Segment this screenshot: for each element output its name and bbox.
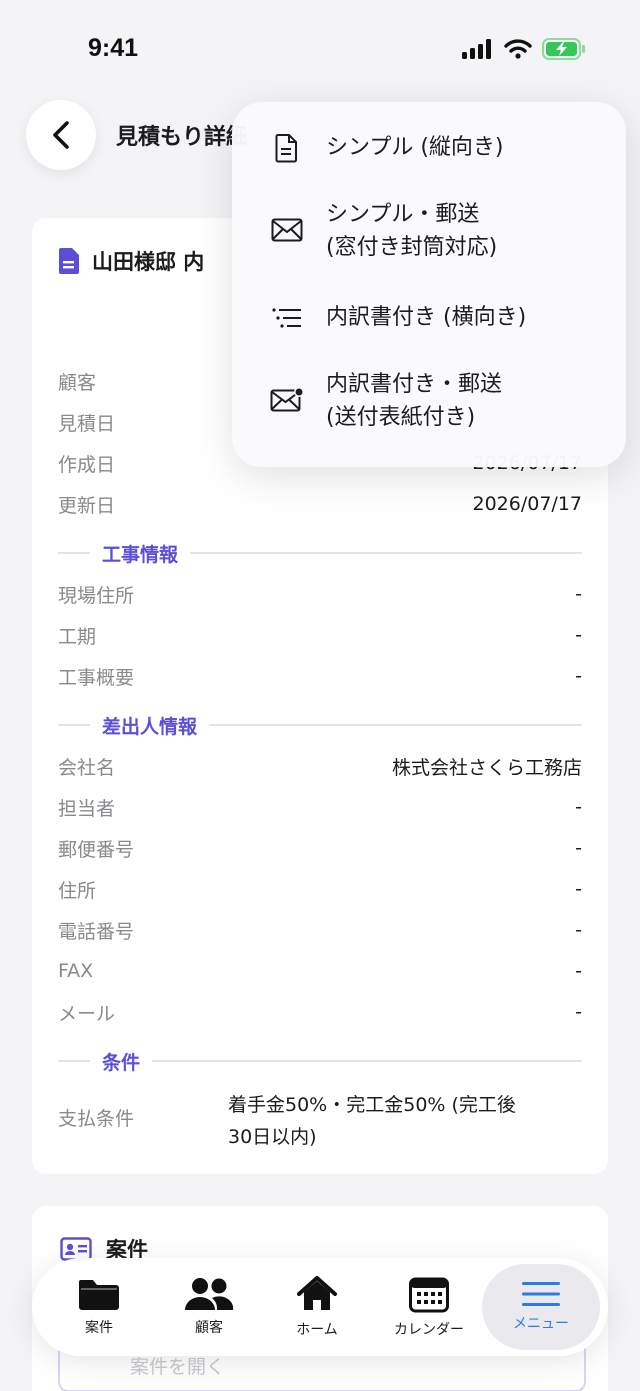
row-label: メール — [58, 1002, 116, 1025]
row-person: 担当者 - — [58, 792, 582, 822]
row-label: 会社名 — [58, 756, 116, 779]
row-summary: 工事概要 - — [58, 661, 582, 691]
status-time: 9:41 — [88, 34, 139, 62]
folder-icon — [79, 1280, 119, 1310]
row-period: 工期 - — [58, 620, 582, 650]
menu-item-label: 内訳書付き (横向き) — [326, 305, 527, 330]
row-value: - — [575, 837, 582, 859]
bottom-tab-bar: 案件 顧客 ホーム カレンダー メニュー — [32, 1258, 608, 1356]
row-value: - — [575, 796, 582, 818]
row-label: 工期 — [58, 625, 97, 648]
row-updated-date: 更新日 2026/07/17 — [58, 489, 582, 519]
section-title: 条件 — [102, 1051, 141, 1074]
tab-projects[interactable]: 案件 — [44, 1258, 154, 1356]
payment-terms-label: 支払条件 — [58, 1108, 135, 1130]
wifi-icon — [504, 39, 532, 59]
row-label: 担当者 — [58, 797, 116, 820]
row-phone: 電話番号 - — [58, 915, 582, 945]
menu-item-simple-mail[interactable]: シンプル・郵送 (窓付き封筒対応) — [232, 196, 626, 264]
document-icon — [270, 131, 304, 165]
chevron-left-icon — [53, 121, 69, 149]
row-value: 2026/07/17 — [472, 493, 582, 515]
row-value: - — [575, 1001, 582, 1023]
menu-item-sublabel: (窓付き封筒対応) — [326, 235, 498, 260]
page-title: 見積もり詳細 — [116, 125, 246, 150]
menu-item-label: シンプル・郵送 — [326, 202, 480, 227]
list-icon — [270, 301, 304, 335]
row-label: 見積日 — [58, 412, 116, 435]
row-site-address: 現場住所 - — [58, 579, 582, 609]
section-construction: 工事情報 — [58, 538, 582, 568]
tab-calendar[interactable]: カレンダー — [374, 1258, 484, 1356]
tab-label: 顧客 — [195, 1320, 223, 1336]
envelope-badge-icon — [270, 383, 304, 417]
menu-item-breakdown-landscape[interactable]: 内訳書付き (横向き) — [232, 298, 626, 338]
row-label: 郵便番号 — [58, 838, 135, 861]
tab-label: ホーム — [296, 1322, 338, 1338]
status-icons — [462, 38, 586, 60]
document-icon — [59, 248, 79, 274]
tab-menu[interactable]: メニュー — [482, 1264, 600, 1350]
row-label: 顧客 — [58, 371, 97, 394]
row-value: 株式会社さくら工務店 — [391, 756, 582, 779]
people-icon — [185, 1278, 234, 1310]
envelope-icon — [270, 213, 304, 247]
calendar-icon — [409, 1277, 449, 1313]
tab-label: 案件 — [85, 1320, 113, 1336]
cellular-signal-icon — [462, 39, 491, 59]
section-sender: 差出人情報 — [58, 710, 582, 740]
status-bar: 9:41 — [0, 0, 640, 100]
row-label: 作成日 — [58, 453, 116, 476]
battery-charging-icon — [542, 38, 585, 60]
print-format-menu: シンプル (縦向き) シンプル・郵送 (窓付き封筒対応) 内訳書付き (横向き) — [232, 102, 626, 467]
section-title: 差出人情報 — [102, 715, 198, 738]
payment-terms-value: 着手金50%・完工金50% (完工後 30日以内) — [228, 1089, 588, 1153]
tab-label: カレンダー — [394, 1322, 464, 1338]
section-title: 工事情報 — [102, 543, 179, 566]
payment-terms-line: 着手金50%・完工金50% (完工後 — [228, 1094, 516, 1116]
row-label: 工事概要 — [58, 666, 135, 689]
row-email: メール - — [58, 997, 582, 1027]
row-label: 電話番号 — [58, 920, 135, 943]
row-value: - — [575, 919, 582, 941]
tab-label: メニュー — [513, 1316, 569, 1332]
menu-item-breakdown-mail[interactable]: 内訳書付き・郵送 (送付表紙付き) — [232, 366, 626, 434]
row-company: 会社名 株式会社さくら工務店 — [58, 751, 582, 781]
row-fax: FAX - — [58, 956, 582, 986]
row-value: - — [575, 665, 582, 687]
row-value: - — [575, 583, 582, 605]
row-label: 更新日 — [58, 494, 116, 517]
row-value: - — [575, 878, 582, 900]
payment-terms-line: 30日以内) — [228, 1126, 317, 1148]
menu-item-label: シンプル (縦向き) — [326, 135, 504, 160]
tab-home[interactable]: ホーム — [262, 1258, 372, 1356]
card-title: 山田様邸 内 — [92, 250, 205, 274]
row-value: - — [575, 960, 582, 982]
row-label: 現場住所 — [58, 584, 135, 607]
row-label: FAX — [58, 960, 94, 982]
menu-item-simple-portrait[interactable]: シンプル (縦向き) — [232, 128, 626, 168]
home-icon — [297, 1276, 337, 1310]
row-label: 住所 — [58, 879, 97, 902]
tab-customers[interactable]: 顧客 — [154, 1258, 264, 1356]
row-postal: 郵便番号 - — [58, 833, 582, 863]
menu-icon — [522, 1282, 560, 1306]
row-value: - — [575, 624, 582, 646]
section-conditions: 条件 — [58, 1046, 582, 1076]
card-header: 山田様邸 内 — [58, 246, 204, 276]
row-address: 住所 - — [58, 874, 582, 904]
menu-item-label: 内訳書付き・郵送 — [326, 372, 503, 397]
back-button[interactable] — [26, 100, 96, 170]
menu-item-sublabel: (送付表紙付き) — [326, 405, 476, 430]
